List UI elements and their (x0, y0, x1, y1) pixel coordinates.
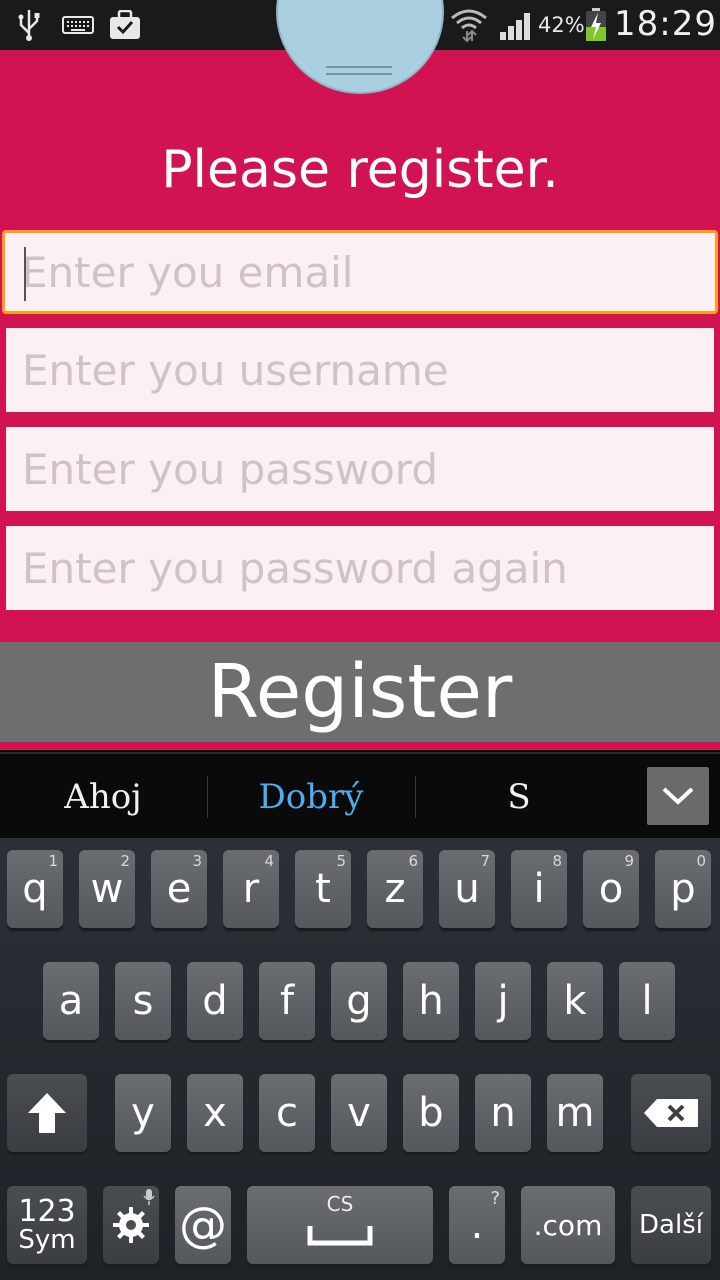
key-r[interactable]: r4 (223, 850, 279, 928)
key-f[interactable]: f (259, 962, 315, 1040)
key-t[interactable]: t5 (295, 850, 351, 928)
space-key[interactable]: CS (247, 1186, 433, 1264)
key-q[interactable]: q1 (7, 850, 63, 928)
key-b[interactable]: b (403, 1074, 459, 1152)
key-d[interactable]: d (187, 962, 243, 1040)
password-again-field[interactable] (6, 526, 714, 610)
key-u[interactable]: u7 (439, 850, 495, 928)
keyboard-icon (62, 8, 94, 42)
key-o[interactable]: o9 (583, 850, 639, 928)
settings-key[interactable] (103, 1186, 159, 1264)
clock: 18:29 (614, 4, 717, 44)
next-key[interactable]: Další (631, 1186, 711, 1264)
text-cursor (24, 247, 26, 301)
collapse-suggestions-button[interactable] (647, 767, 709, 825)
gear-icon (113, 1207, 149, 1243)
username-input[interactable] (22, 345, 714, 395)
password-field[interactable] (6, 427, 714, 511)
shift-key[interactable] (7, 1074, 87, 1152)
key-l[interactable]: l (619, 962, 675, 1040)
key-h[interactable]: h (403, 962, 459, 1040)
key-v[interactable]: v (331, 1074, 387, 1152)
key-w[interactable]: w2 (79, 850, 135, 928)
briefcase-icon (108, 8, 142, 42)
battery-charging-icon (584, 8, 608, 42)
space-bar-icon (307, 1226, 373, 1246)
battery-percent: 42% (538, 13, 585, 37)
email-field[interactable] (2, 230, 718, 314)
key-y[interactable]: y (115, 1074, 171, 1152)
suggestion-3[interactable]: S (416, 754, 622, 840)
key-k[interactable]: k (547, 962, 603, 1040)
register-button[interactable]: Register (0, 642, 720, 742)
key-n[interactable]: n (475, 1074, 531, 1152)
dotcom-key[interactable]: .com (521, 1186, 615, 1264)
key-g[interactable]: g (331, 962, 387, 1040)
language-label: CS (326, 1192, 354, 1216)
microphone-icon (143, 1189, 155, 1205)
chevron-down-icon (662, 787, 694, 805)
key-e[interactable]: e3 (151, 850, 207, 928)
key-x[interactable]: x (187, 1074, 243, 1152)
backspace-icon (644, 1099, 698, 1127)
password-input[interactable] (22, 444, 714, 494)
key-m[interactable]: m (547, 1074, 603, 1152)
soft-keyboard: q1 w2 e3 r4 t5 z6 u7 i8 o9 p0 a s d f g … (0, 838, 720, 1280)
wifi-icon (448, 8, 490, 42)
register-screen: Please register. Register (0, 0, 720, 750)
key-z[interactable]: z6 (367, 850, 423, 928)
shift-arrow-icon (28, 1093, 66, 1133)
signal-icon (498, 8, 536, 42)
key-a[interactable]: a (43, 962, 99, 1040)
at-key[interactable]: @ (175, 1186, 231, 1264)
username-field[interactable] (6, 328, 714, 412)
key-j[interactable]: j (475, 962, 531, 1040)
page-title: Please register. (161, 140, 559, 200)
symbols-key[interactable]: 123 Sym (7, 1186, 87, 1264)
key-c[interactable]: c (259, 1074, 315, 1152)
suggestion-bar: Ahoj Dobrý S (0, 752, 720, 838)
key-i[interactable]: i8 (511, 850, 567, 928)
usb-icon (14, 8, 44, 42)
email-input[interactable] (21, 247, 715, 297)
suggestion-2[interactable]: Dobrý (208, 754, 414, 840)
suggestion-1[interactable]: Ahoj (0, 754, 206, 840)
app-logo (276, 0, 444, 94)
period-key[interactable]: . ? (449, 1186, 505, 1264)
key-p[interactable]: p0 (655, 850, 711, 928)
key-s[interactable]: s (115, 962, 171, 1040)
backspace-key[interactable] (631, 1074, 711, 1152)
password-again-input[interactable] (22, 543, 714, 593)
